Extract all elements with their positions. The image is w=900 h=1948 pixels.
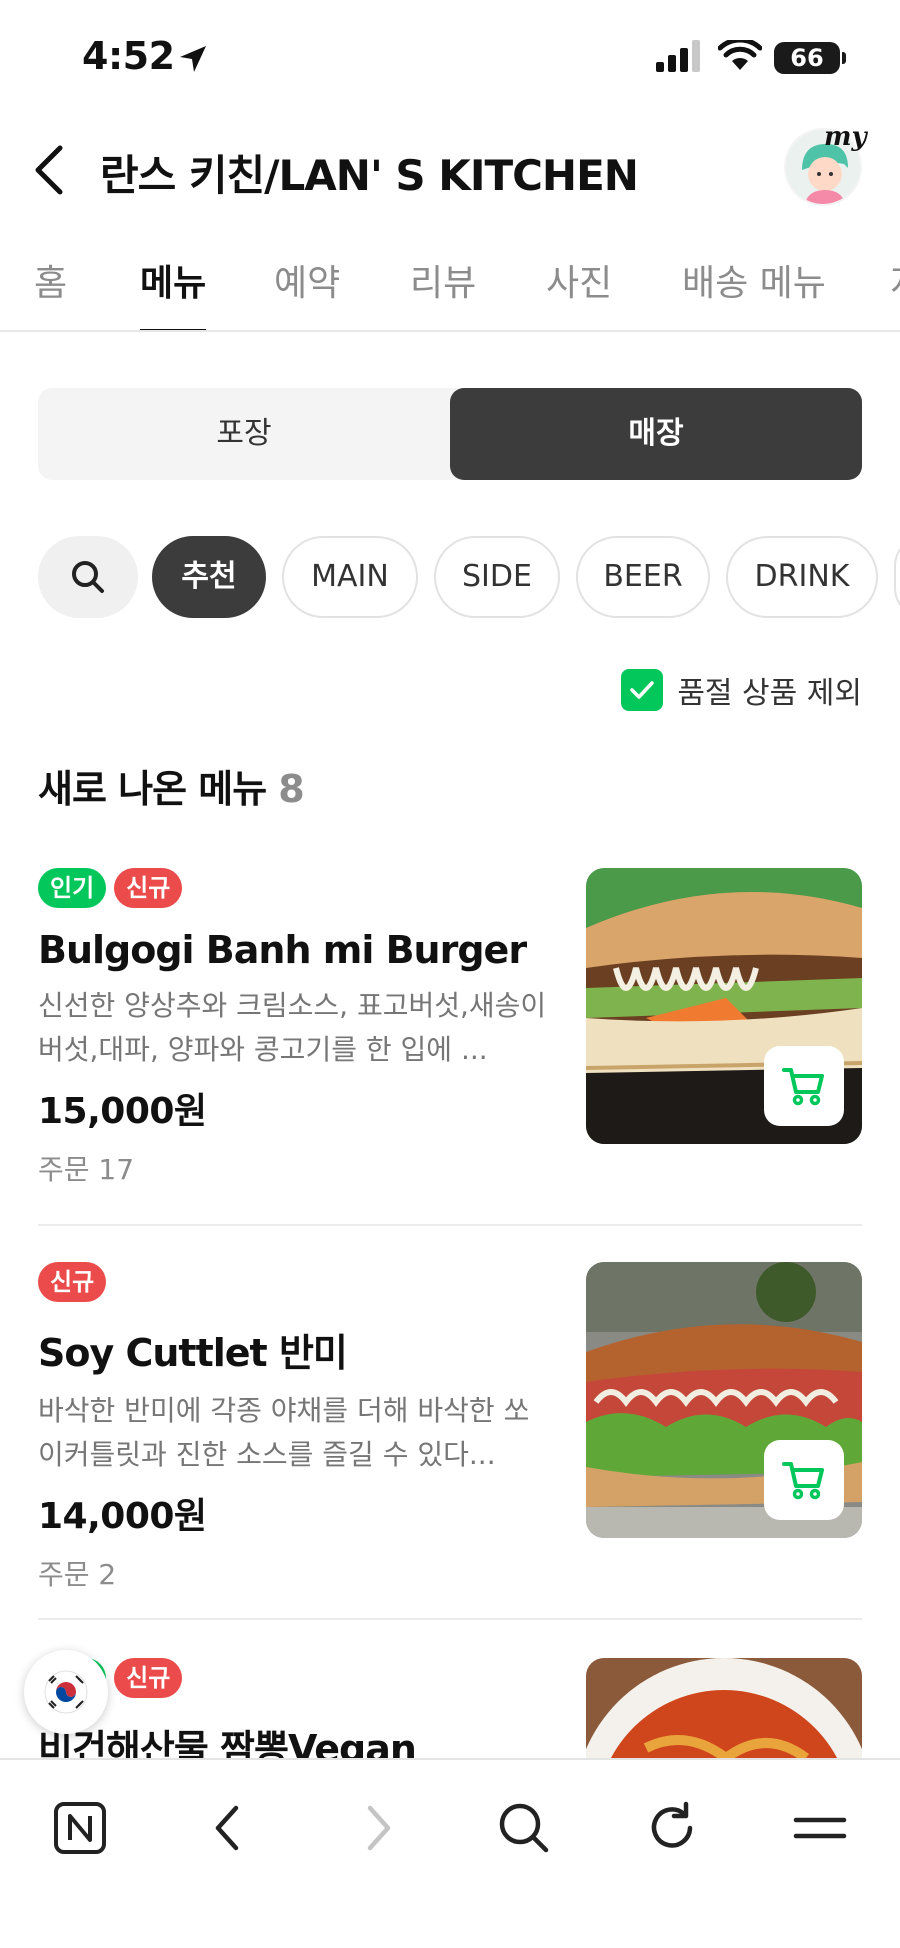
chip-beer[interactable]: BEER xyxy=(576,536,710,618)
korea-flag-icon xyxy=(44,1670,88,1714)
order-type-toggle: 포장 매장 xyxy=(38,388,862,480)
tab-home[interactable]: 홈 xyxy=(34,254,67,330)
naver-home-button[interactable] xyxy=(40,1788,120,1868)
status-time: 4:52 xyxy=(82,34,175,78)
tab-delivery-menu[interactable]: 배송 메뉴 xyxy=(682,254,826,330)
item-order-count: 주문 17 xyxy=(38,1153,135,1186)
refresh-icon xyxy=(651,1801,693,1848)
tab-more[interactable]: 지 xyxy=(890,254,900,330)
vegan-jjamppong-image xyxy=(586,1658,862,1758)
battery-cap xyxy=(842,52,846,64)
chip-recommended[interactable]: 추천 xyxy=(152,536,266,618)
section-count: 8 xyxy=(278,767,304,811)
cart-icon xyxy=(782,1462,824,1500)
tab-photo[interactable]: 사진 xyxy=(546,254,612,330)
naver-home-icon xyxy=(54,1802,106,1854)
browser-toolbar xyxy=(0,1758,900,1948)
item-order-count: 주문 2 xyxy=(38,1558,117,1591)
menu-icon xyxy=(793,1817,847,1839)
chip-side[interactable]: SIDE xyxy=(434,536,560,618)
back-icon xyxy=(215,1805,239,1851)
search-icon xyxy=(72,561,104,593)
cellular-signal-icon xyxy=(656,40,700,72)
exclude-sold-out-filter[interactable]: 품절 상품 제외 xyxy=(621,668,862,712)
forward-icon xyxy=(367,1805,391,1851)
section-title: 새로 나온 메뉴 8 xyxy=(38,758,305,813)
menu-item[interactable]: 인기 신규 Bulgogi Banh mi Burger 신선한 양상추와 크림… xyxy=(38,868,862,1198)
tab-menu[interactable]: 메뉴 xyxy=(140,254,207,330)
my-label: my xyxy=(824,122,867,152)
item-divider xyxy=(38,1618,862,1620)
chevron-left-icon xyxy=(35,145,63,195)
item-description: 바삭한 반미에 각종 야채를 더해 바삭한 쏘이커틀릿과 진한 소스를 즐길 수… xyxy=(38,1394,530,1471)
new-badge: 신규 xyxy=(38,1262,107,1302)
chip-main[interactable]: MAIN xyxy=(282,536,418,618)
new-badge: 신규 xyxy=(114,868,183,908)
menu-search-button[interactable] xyxy=(38,536,138,618)
search-icon xyxy=(499,1803,549,1853)
takeout-option[interactable]: 포장 xyxy=(38,388,450,480)
chip-next[interactable] xyxy=(894,536,900,618)
page-title: 란스 키친/LAN' S KITCHEN xyxy=(100,151,639,200)
back-nav-button[interactable] xyxy=(188,1788,268,1868)
language-button[interactable] xyxy=(24,1650,108,1734)
add-to-cart-button[interactable] xyxy=(764,1440,844,1520)
add-to-cart-button[interactable] xyxy=(764,1046,844,1126)
cart-icon xyxy=(782,1068,824,1106)
back-button[interactable] xyxy=(30,140,80,200)
check-icon xyxy=(630,681,655,699)
tab-bar: 홈 메뉴 예약 리뷰 사진 배송 메뉴 지 xyxy=(0,234,900,332)
dine-in-option[interactable]: 매장 xyxy=(450,388,862,480)
category-chips: 추천 MAIN SIDE BEER DRINK xyxy=(0,536,900,620)
popular-badge: 인기 xyxy=(38,868,107,908)
tab-review[interactable]: 리뷰 xyxy=(410,254,476,330)
item-description: 신선한 양상추와 크림소스, 표고버섯,새송이버섯,대파, 양파와 콩고기를 한… xyxy=(38,989,547,1066)
item-photo[interactable] xyxy=(586,868,862,1144)
item-divider xyxy=(38,1224,862,1226)
battery-indicator: 66 xyxy=(774,42,840,74)
refresh-button[interactable] xyxy=(632,1788,712,1868)
menu-button[interactable] xyxy=(780,1788,860,1868)
forward-nav-button[interactable] xyxy=(338,1788,418,1868)
section-title-text: 새로 나온 메뉴 xyxy=(38,767,267,811)
item-photo[interactable] xyxy=(586,1262,862,1538)
chip-drink[interactable]: DRINK xyxy=(726,536,878,618)
menu-item[interactable]: 신규 Soy Cuttlet 반미 바삭한 반미에 각종 야채를 더해 바삭한 … xyxy=(38,1262,862,1592)
new-badge: 신규 xyxy=(114,1658,183,1698)
wifi-icon xyxy=(718,40,762,70)
item-photo[interactable] xyxy=(586,1658,862,1758)
status-bar: 4:52 66 xyxy=(0,0,900,110)
tab-reservation[interactable]: 예약 xyxy=(274,254,340,330)
menu-item[interactable]: 인기 신규 비건해산물 짬뽕Vegan xyxy=(38,1658,862,1758)
checkbox[interactable] xyxy=(621,669,664,711)
search-button[interactable] xyxy=(484,1788,564,1868)
filter-label: 품절 상품 제외 xyxy=(677,676,862,711)
location-arrow-icon xyxy=(180,46,206,72)
page-header: 란스 키친/LAN' S KITCHEN my xyxy=(0,110,900,230)
